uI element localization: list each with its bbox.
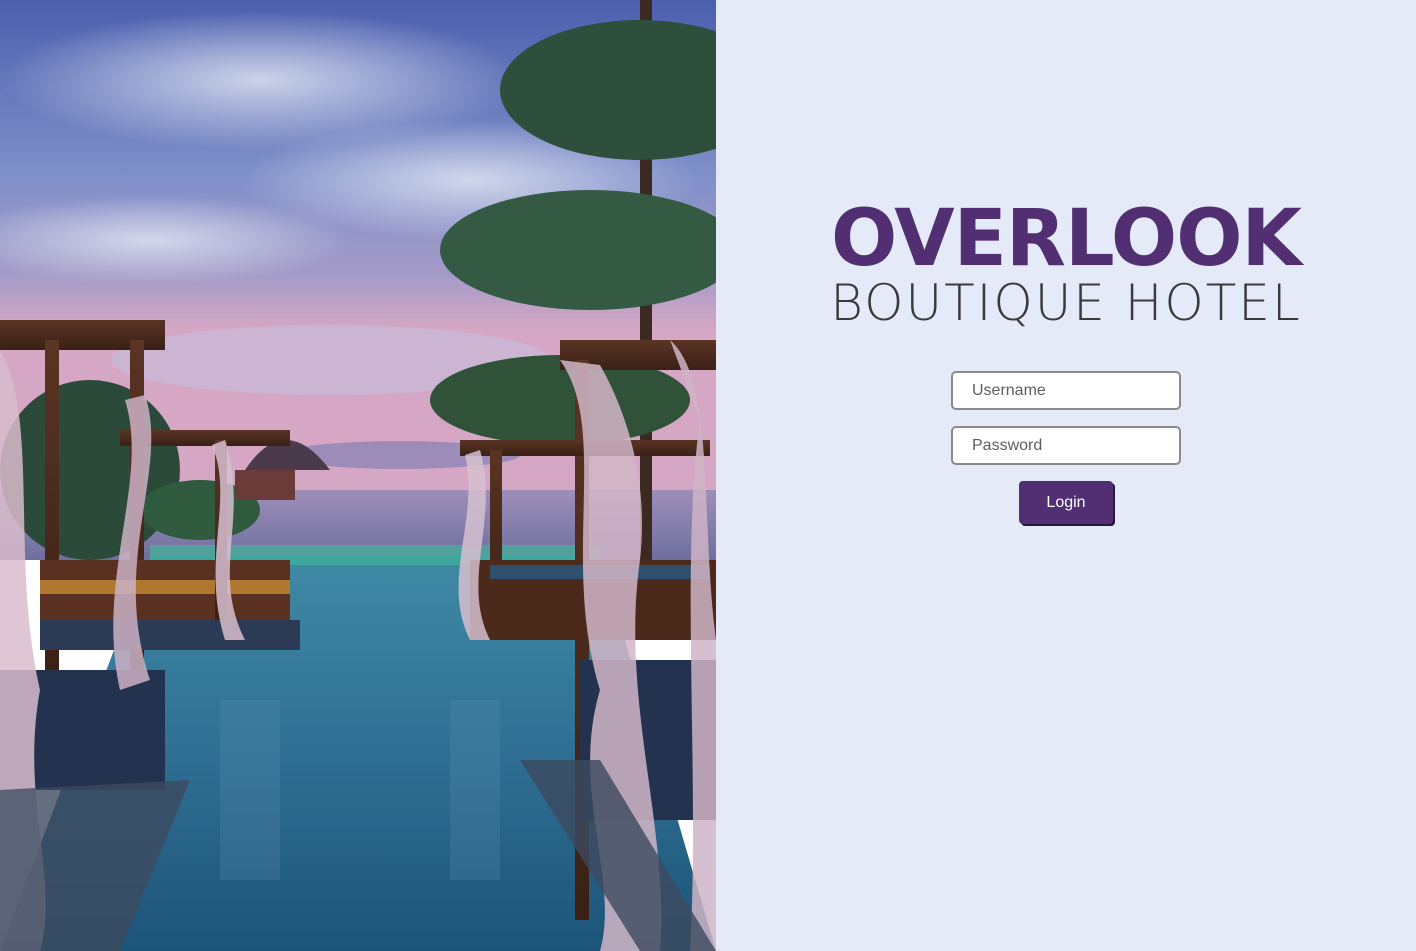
login-form: Login	[716, 371, 1416, 524]
login-button[interactable]: Login	[1019, 481, 1113, 524]
brand-title: OVERLOOK	[831, 194, 1302, 284]
hero-photo	[0, 0, 716, 951]
username-input[interactable]	[951, 371, 1181, 410]
brand-block: OVERLOOK BOUTIQUE HOTEL	[716, 196, 1416, 332]
login-page: OVERLOOK BOUTIQUE HOTEL Login	[0, 0, 1416, 951]
password-input[interactable]	[951, 426, 1181, 465]
brand-subtitle: BOUTIQUE HOTEL	[830, 274, 1302, 332]
login-panel: OVERLOOK BOUTIQUE HOTEL Login	[716, 0, 1416, 951]
